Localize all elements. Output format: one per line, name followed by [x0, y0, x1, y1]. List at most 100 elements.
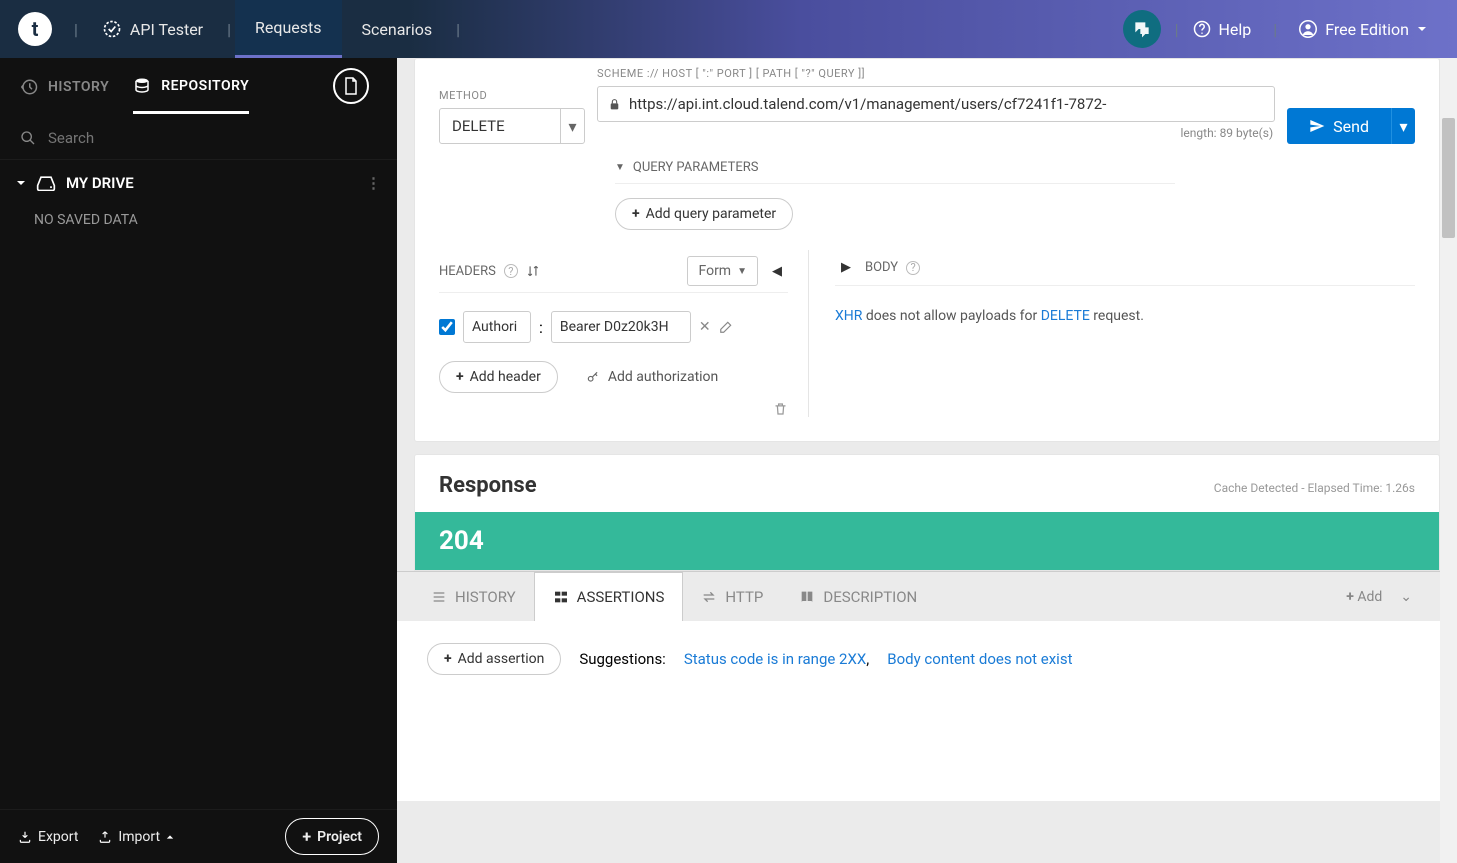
- scrollbar-rail[interactable]: [1440, 58, 1457, 863]
- no-saved-data: NO SAVED DATA: [0, 206, 397, 234]
- edition-button[interactable]: Free Edition: [1289, 20, 1437, 39]
- caret-down-icon: ▼: [737, 266, 747, 277]
- brand-logo[interactable]: t: [18, 12, 52, 46]
- method-label: METHOD: [439, 89, 585, 102]
- header-name-input[interactable]: [463, 311, 531, 343]
- send-caret-button[interactable]: ▾: [1391, 108, 1415, 144]
- drive-more-icon[interactable]: ⋮: [366, 174, 381, 192]
- method-select[interactable]: DELETE ▾: [439, 108, 585, 144]
- body-message: XHR does not allow payloads for DELETE r…: [835, 286, 1415, 346]
- btab-http[interactable]: HTTP: [683, 572, 781, 622]
- list-icon: [431, 589, 447, 605]
- remove-header-icon[interactable]: ✕: [699, 319, 711, 335]
- new-request-button[interactable]: [333, 68, 369, 104]
- book-icon: [799, 589, 815, 605]
- collapse-left-icon[interactable]: ◀: [766, 260, 788, 283]
- expand-icon[interactable]: ⌄: [1388, 589, 1424, 605]
- btab-desc-label: DESCRIPTION: [823, 588, 917, 606]
- divider: |: [1273, 20, 1277, 39]
- btab-assertions[interactable]: ASSERTIONS: [534, 572, 684, 622]
- status-code: 204: [415, 512, 1439, 570]
- add-qp-label: Add query parameter: [646, 206, 776, 222]
- sort-icon[interactable]: [526, 264, 540, 278]
- caret-down-icon: ▼: [615, 162, 625, 173]
- body-label: BODY: [865, 260, 898, 275]
- add-query-param-button[interactable]: + Add query parameter: [615, 198, 793, 230]
- delete-link[interactable]: DELETE: [1041, 308, 1090, 324]
- edition-label: Free Edition: [1325, 20, 1409, 39]
- divider: |: [227, 20, 231, 39]
- repository-icon: [133, 77, 151, 95]
- nav-requests[interactable]: Requests: [235, 0, 342, 58]
- lock-icon: [608, 97, 621, 112]
- nav-api-tester-label: API Tester: [130, 20, 203, 39]
- chat-button[interactable]: [1123, 10, 1161, 48]
- query-params-toggle[interactable]: ▼ QUERY PARAMETERS: [615, 160, 1175, 184]
- tab-repository[interactable]: REPOSITORY: [133, 61, 249, 114]
- nav-requests-label: Requests: [255, 18, 322, 37]
- method-caret-icon[interactable]: ▾: [560, 109, 584, 143]
- send-button[interactable]: Send: [1287, 108, 1391, 144]
- search-input[interactable]: [48, 129, 377, 147]
- search-row: [0, 116, 397, 160]
- add-header-button[interactable]: + Add header: [439, 361, 558, 393]
- help-label: Help: [1219, 20, 1252, 39]
- export-button[interactable]: Export: [18, 829, 78, 845]
- user-icon: [1299, 20, 1317, 38]
- import-label: Import: [118, 829, 160, 845]
- header-checkbox[interactable]: [439, 319, 455, 335]
- plus-icon: +: [456, 369, 464, 385]
- my-drive-row[interactable]: MY DRIVE ⋮: [0, 160, 397, 206]
- export-label: Export: [38, 829, 78, 845]
- add-assertion-label: Add assertion: [458, 651, 545, 667]
- help-button[interactable]: Help: [1183, 20, 1262, 39]
- chevron-down-icon: [1417, 24, 1427, 34]
- query-params-label: QUERY PARAMETERS: [633, 160, 759, 175]
- add-assertion-button[interactable]: + Add assertion: [427, 643, 561, 675]
- caret-down-icon: [16, 178, 26, 188]
- info-icon[interactable]: ?: [906, 261, 920, 275]
- xhr-link[interactable]: XHR: [835, 308, 862, 324]
- response-meta: Cache Detected - Elapsed Time: 1.26s: [1214, 481, 1415, 495]
- assertions-body: + Add assertion Suggestions: Status code…: [397, 621, 1440, 801]
- drive-icon: [36, 175, 56, 191]
- nav-api-tester[interactable]: API Tester: [82, 0, 223, 58]
- send-icon: [1309, 118, 1325, 134]
- plus-icon: +: [302, 827, 311, 846]
- send-label: Send: [1333, 117, 1369, 136]
- project-button[interactable]: + Project: [285, 818, 379, 855]
- url-label: SCHEME :// HOST [ ":" PORT ] [ PATH [ "?…: [597, 67, 1275, 80]
- help-icon: [1193, 20, 1211, 38]
- import-button[interactable]: Import: [98, 829, 174, 845]
- url-input[interactable]: [629, 95, 1264, 113]
- top-nav: t | API Tester | Requests Scenarios | | …: [0, 0, 1457, 58]
- scrollbar-thumb[interactable]: [1442, 118, 1455, 238]
- btab-history[interactable]: HISTORY: [413, 572, 534, 622]
- headers-label: HEADERS: [439, 264, 496, 279]
- header-value-input[interactable]: [551, 311, 691, 343]
- download-icon: [18, 830, 32, 844]
- trash-icon[interactable]: [773, 401, 788, 417]
- project-label: Project: [317, 829, 362, 845]
- method-value: DELETE: [440, 117, 560, 135]
- suggestion-link-1[interactable]: Status code is in range 2XX: [684, 650, 866, 668]
- check-badge-icon: [102, 19, 122, 39]
- tab-history[interactable]: HISTORY: [20, 78, 109, 96]
- divider: |: [74, 20, 78, 39]
- url-input-wrap: [597, 86, 1275, 122]
- caret-up-icon: [166, 833, 174, 841]
- info-icon[interactable]: ?: [504, 264, 518, 278]
- headers-view-select[interactable]: Form ▼: [687, 256, 758, 286]
- btab-description[interactable]: DESCRIPTION: [781, 572, 935, 622]
- add-authorization-button[interactable]: Add authorization: [586, 369, 718, 385]
- magic-icon[interactable]: [719, 320, 733, 334]
- btab-history-label: HISTORY: [455, 588, 516, 606]
- suggestion-link-2[interactable]: Body content does not exist: [887, 650, 1072, 668]
- nav-scenarios[interactable]: Scenarios: [342, 0, 453, 58]
- request-panel: METHOD DELETE ▾ SCHEME :// HOST [ ":" PO…: [414, 58, 1440, 442]
- divider: |: [456, 20, 460, 39]
- collapse-right-icon[interactable]: ▶: [835, 256, 857, 279]
- colon: :: [539, 318, 543, 337]
- add-tab-button[interactable]: + Add: [1346, 589, 1382, 605]
- content-area: METHOD DELETE ▾ SCHEME :// HOST [ ":" PO…: [397, 58, 1457, 863]
